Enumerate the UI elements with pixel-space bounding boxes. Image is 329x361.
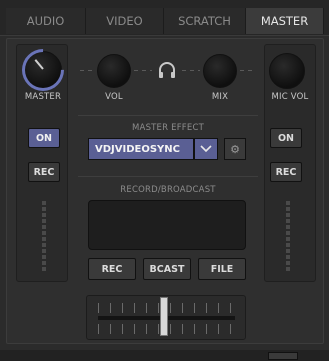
vol-knob[interactable] <box>97 54 131 88</box>
effect-settings-button[interactable]: ⚙ <box>224 138 246 160</box>
tab-master[interactable]: MASTER <box>246 8 324 34</box>
tab-scratch[interactable]: SCRATCH <box>164 8 246 34</box>
headphone-icon[interactable] <box>157 61 177 79</box>
master-knob-label: MASTER <box>24 92 62 102</box>
tab-video[interactable]: VIDEO <box>86 8 164 34</box>
vol-dash-left <box>80 70 94 71</box>
mix-dash-right <box>240 70 254 71</box>
vol-label: VOL <box>105 92 123 102</box>
file-button[interactable]: FILE <box>198 258 246 280</box>
mix-label: MIX <box>211 92 229 102</box>
mic-vol-label: MIC VOL <box>271 92 309 102</box>
mic-on-button[interactable]: ON <box>270 128 302 148</box>
record-button[interactable]: REC <box>88 258 136 280</box>
tab-audio[interactable]: AUDIO <box>6 8 86 34</box>
separator-middle <box>78 176 258 177</box>
record-broadcast-display <box>88 200 246 250</box>
scrollbar-thumb[interactable] <box>268 352 298 360</box>
master-effect-dropdown-button[interactable] <box>194 138 218 160</box>
master-effect-header: MASTER EFFECT <box>132 123 204 133</box>
mic-rec-button[interactable]: REC <box>270 162 302 182</box>
record-broadcast-header: RECORD/BROADCAST <box>120 185 216 195</box>
mix-dash-left <box>182 70 200 71</box>
master-rec-button[interactable]: REC <box>28 162 60 182</box>
mix-knob[interactable] <box>203 54 237 88</box>
master-level-meter <box>42 201 46 271</box>
gear-icon: ⚙ <box>230 142 240 156</box>
master-effect-select[interactable]: VDJVIDEOSYNC <box>88 138 194 160</box>
separator-top <box>78 115 258 116</box>
crossfader-handle[interactable] <box>160 297 168 336</box>
mic-vol-knob[interactable] <box>269 53 305 89</box>
mic-level-meter <box>286 201 290 271</box>
master-on-button[interactable]: ON <box>28 128 60 148</box>
chevron-down-icon <box>200 145 212 153</box>
broadcast-button[interactable]: BCAST <box>143 258 191 280</box>
vol-dash-right <box>134 70 152 71</box>
